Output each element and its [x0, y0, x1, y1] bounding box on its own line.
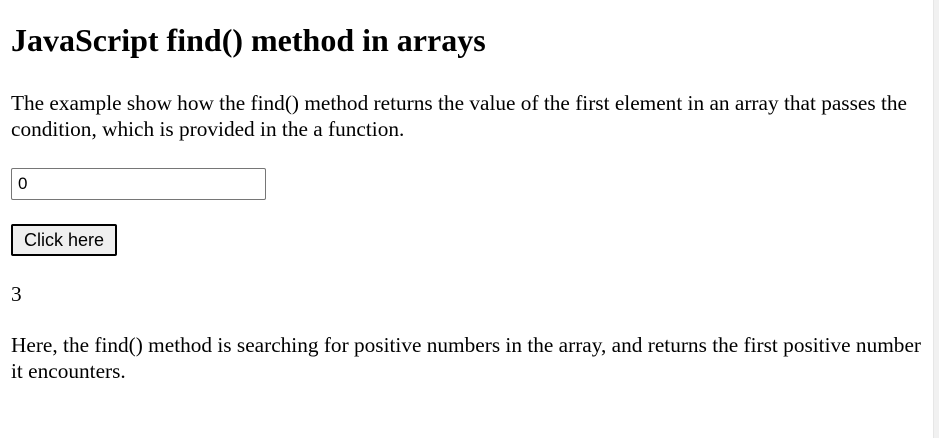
result-output: 3 [11, 282, 22, 306]
document-page: JavaScript find() method in arrays The e… [0, 0, 933, 438]
explanation-paragraph: Here, the find() method is searching for… [11, 333, 921, 383]
number-input[interactable] [11, 168, 266, 200]
click-here-button[interactable]: Click here [11, 224, 118, 256]
page-title: JavaScript find() method in arrays [11, 22, 486, 58]
description-paragraph: The example show how the find() method r… [11, 91, 907, 141]
vertical-scrollbar[interactable] [933, 0, 939, 438]
